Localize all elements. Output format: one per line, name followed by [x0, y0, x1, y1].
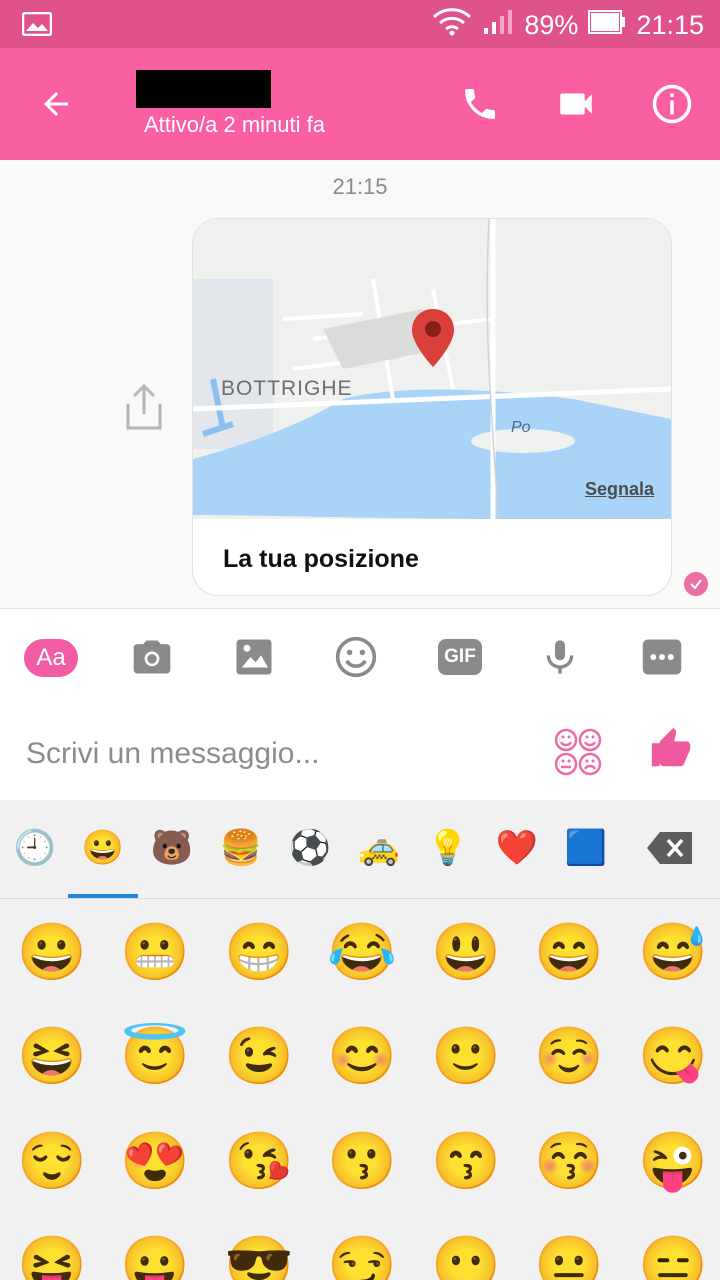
voice-message-button[interactable] — [536, 633, 584, 681]
message-timestamp: 21:15 — [332, 174, 388, 199]
emoji-cell[interactable]: 😙 — [431, 1128, 501, 1194]
emoji-cell[interactable]: 🙂 — [431, 1023, 501, 1089]
emoji-cell[interactable]: 😂 — [327, 919, 397, 985]
emoji-cell[interactable]: 😋 — [638, 1023, 708, 1089]
category-smileys[interactable]: 😀 — [81, 826, 125, 870]
info-button[interactable] — [646, 78, 698, 130]
category-recent[interactable]: 🕘 — [13, 826, 57, 870]
emoji-cell[interactable]: 😏 — [327, 1232, 397, 1280]
voice-call-button[interactable] — [454, 78, 506, 130]
gallery-button[interactable] — [230, 633, 278, 681]
text-style-button[interactable]: Aa — [24, 639, 78, 677]
emoji-category-bar: 🕘 😀 🐻 🍔 ⚽ 🚕 💡 ❤️ 🟦 — [0, 800, 720, 899]
emoji-cell[interactable]: 😇 — [120, 1023, 190, 1089]
phone-icon — [465, 89, 495, 119]
wifi-icon — [432, 8, 472, 43]
smiley-icon — [335, 636, 377, 678]
emoji-cell[interactable]: 😛 — [120, 1232, 190, 1280]
battery-percent: 89% — [524, 10, 579, 40]
microphone-icon — [546, 640, 574, 674]
emoji-cell[interactable]: 😐 — [534, 1232, 604, 1280]
gallery-icon — [21, 11, 53, 41]
emoji-cell[interactable]: 😜 — [638, 1128, 708, 1194]
location-message-card[interactable]: BOTTRIGHE Po Segnala La tua posizione — [192, 218, 672, 596]
category-activities[interactable]: ⚽ — [288, 826, 332, 870]
emoji-cell[interactable]: 😚 — [534, 1128, 604, 1194]
emoji-cell[interactable]: 😅 — [638, 919, 708, 985]
map-town-label: BOTTRIGHE — [221, 377, 353, 400]
stickers-icon — [554, 728, 602, 776]
location-title: La tua posizione — [223, 545, 419, 573]
emoji-cell[interactable]: 😑 — [638, 1232, 708, 1280]
emoji-cell[interactable]: 😆 — [17, 1023, 87, 1089]
conversation-header: Attivo/a 2 minuti fa — [0, 48, 720, 160]
arrow-back-icon — [44, 92, 68, 116]
check-icon — [690, 579, 702, 590]
emoji-button[interactable] — [332, 633, 380, 681]
clock: 21:15 — [636, 10, 704, 40]
video-call-button[interactable] — [550, 78, 602, 130]
share-icon — [126, 383, 162, 430]
category-symbols[interactable]: ❤️ — [495, 826, 539, 870]
emoji-cell[interactable]: 😬 — [120, 919, 190, 985]
category-travel[interactable]: 🚕 — [357, 826, 401, 870]
emoji-cell[interactable]: 😁 — [224, 919, 294, 985]
emoji-cell[interactable]: 😄 — [534, 919, 604, 985]
gif-button[interactable]: GIF — [436, 633, 484, 681]
category-animals[interactable]: 🐻 — [150, 826, 194, 870]
gif-badge: GIF — [438, 639, 482, 675]
battery-icon — [588, 9, 626, 42]
emoji-cell[interactable]: 😉 — [224, 1023, 294, 1089]
report-link[interactable]: Segnala — [585, 479, 654, 500]
message-input[interactable] — [24, 726, 528, 782]
video-camera-icon — [560, 93, 592, 115]
emoji-cell[interactable]: 😊 — [327, 1023, 397, 1089]
composer-toolbar: Aa GIF — [0, 608, 720, 705]
category-food[interactable]: 🍔 — [219, 826, 263, 870]
category-flags[interactable]: 🟦 — [564, 826, 608, 870]
thumbs-up-icon — [651, 727, 691, 767]
message-input-row — [0, 704, 720, 800]
emoji-cell[interactable]: 😶 — [431, 1232, 501, 1280]
sticker-button[interactable] — [552, 726, 604, 778]
emoji-cell[interactable]: 😎 — [224, 1232, 294, 1280]
image-icon — [236, 639, 272, 675]
emoji-cell[interactable]: 😘 — [224, 1128, 294, 1194]
emoji-cell[interactable]: 😀 — [17, 919, 87, 985]
back-button[interactable] — [30, 78, 82, 130]
emoji-cell[interactable]: 😝 — [17, 1232, 87, 1280]
backspace-button[interactable] — [646, 830, 694, 866]
active-category-indicator — [68, 894, 138, 898]
map-pin-icon — [410, 307, 456, 374]
seen-indicator — [684, 572, 708, 596]
emoji-cell[interactable]: 😌 — [17, 1128, 87, 1194]
location-map[interactable]: BOTTRIGHE Po Segnala — [193, 219, 671, 520]
category-objects[interactable]: 💡 — [426, 826, 470, 870]
more-icon — [642, 639, 682, 675]
chat-area[interactable]: 21:15 BOTTRIGHE Po Segnala La tua posizi… — [0, 160, 720, 608]
emoji-cell[interactable]: ☺️ — [534, 1023, 604, 1089]
active-status: Attivo/a 2 minuti fa — [144, 112, 325, 137]
emoji-cell[interactable]: 😗 — [327, 1128, 397, 1194]
more-options-button[interactable] — [638, 633, 686, 681]
contact-name-redacted — [136, 70, 271, 108]
camera-icon — [133, 640, 171, 674]
info-icon — [652, 84, 692, 124]
backspace-icon — [647, 832, 692, 864]
emoji-grid: 😀 😬 😁 😂 😃 😄 😅 😆 😇 😉 😊 🙂 ☺️ 😋 😌 😍 😘 😗 😙 😚 😜 😝 😛 😎 😏 😶 😐 😑 — [0, 899, 720, 1280]
signal-icon — [482, 8, 514, 43]
emoji-cell[interactable]: 😃 — [431, 919, 501, 985]
status-bar: 89% 21:15 — [0, 0, 720, 48]
like-button[interactable] — [648, 724, 696, 776]
emoji-cell[interactable]: 😍 — [120, 1128, 190, 1194]
map-river-label: Po — [511, 419, 531, 436]
camera-button[interactable] — [128, 633, 176, 681]
share-button[interactable] — [122, 382, 166, 437]
